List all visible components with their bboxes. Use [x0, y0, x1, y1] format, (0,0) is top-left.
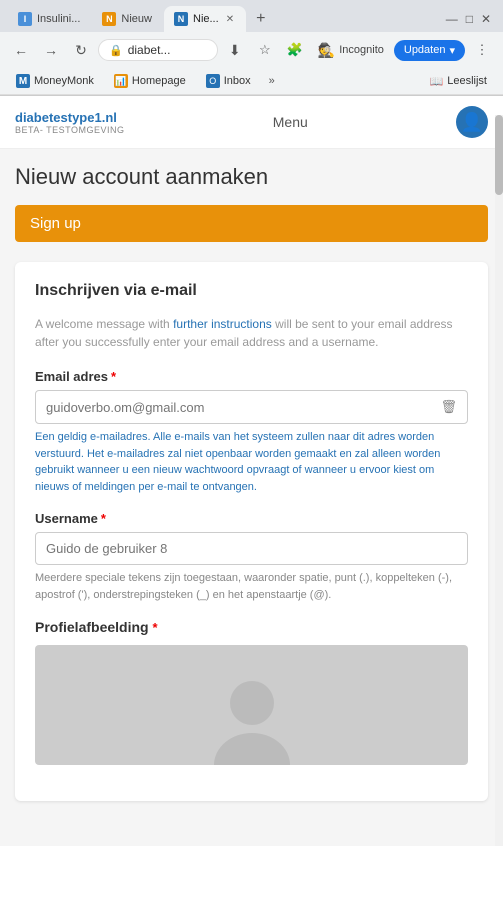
profile-label: Profielafbeelding * — [35, 619, 468, 635]
email-label: Email adres * — [35, 369, 468, 384]
profile-field-group: Profielafbeelding * — [35, 619, 468, 765]
tab-favicon-insulin: I — [18, 12, 32, 26]
tab-label-insulin: Insulini... — [37, 13, 80, 25]
user-avatar[interactable]: 👤 — [456, 106, 488, 138]
username-hint: Meerdere speciale tekens zijn toegestaan… — [35, 570, 468, 603]
username-required-star: * — [101, 511, 106, 526]
profile-label-text: Profielafbeelding — [35, 619, 149, 635]
address-bar[interactable]: 🔒 diabet... — [98, 39, 218, 61]
bookmark-moneymonk[interactable]: M MoneyMonk — [8, 71, 102, 91]
bookmark-homepage-label: Homepage — [132, 75, 186, 87]
close-window-icon[interactable]: ✕ — [481, 12, 491, 26]
incognito-badge: 🕵 Incognito — [312, 40, 390, 61]
tab-bar: I Insulini... N Nieuw N Nie... ✕ + — □ ✕ — [0, 0, 503, 32]
minimize-icon[interactable]: — — [446, 12, 458, 26]
bookmark-moneymonk-label: MoneyMonk — [34, 75, 94, 87]
page-content: diabetestype1.nl BETA- TESTOMGEVING Menu… — [0, 96, 503, 846]
bookmarks-bar: M MoneyMonk 📊 Homepage O Inbox » 📖 Leesl… — [0, 68, 503, 95]
new-tab-button[interactable]: + — [248, 6, 273, 32]
email-required-star: * — [111, 369, 116, 384]
tab-nieuw1[interactable]: N Nieuw — [92, 6, 162, 32]
username-input-wrapper — [35, 532, 468, 565]
logo-main-text: diabetestype1.nl — [15, 110, 125, 125]
inbox-icon: O — [206, 74, 220, 88]
address-text: diabet... — [128, 43, 207, 57]
browser-window: I Insulini... N Nieuw N Nie... ✕ + — □ ✕ — [0, 0, 503, 846]
extensions-icon[interactable]: 🧩 — [282, 37, 308, 63]
scroll-thumb[interactable] — [495, 115, 503, 195]
more-options-icon[interactable]: ⋮ — [469, 37, 495, 63]
scroll-track[interactable] — [495, 115, 503, 846]
menu-link[interactable]: Menu — [273, 114, 308, 130]
logo-sub-text: BETA- TESTOMGEVING — [15, 125, 125, 135]
back-button[interactable]: ← — [8, 37, 34, 63]
signup-button[interactable]: Sign up — [15, 205, 488, 242]
profile-silhouette — [212, 675, 292, 765]
tab-insulin[interactable]: I Insulini... — [8, 6, 90, 32]
nav-bar: ← → ↻ 🔒 diabet... ⬇ ☆ 🧩 🕵 Incognito Upda… — [0, 32, 503, 68]
homepage-icon: 📊 — [114, 74, 128, 88]
username-label: Username * — [35, 511, 468, 526]
email-field-group: Email adres * 🗑 Een geldig e-mailadres. … — [35, 369, 468, 495]
user-avatar-icon: 👤 — [461, 112, 483, 133]
username-label-text: Username — [35, 511, 98, 526]
username-input[interactable] — [46, 541, 457, 556]
main-area: Nieuw account aanmaken Sign up Inschrijv… — [0, 149, 503, 816]
reading-mode-button[interactable]: 📖 Leeslijst — [422, 72, 495, 91]
welcome-message: A welcome message with further instructi… — [35, 315, 468, 351]
username-field-group: Username * Meerdere speciale tekens zijn… — [35, 511, 468, 603]
email-input[interactable] — [46, 400, 440, 415]
profile-required-star: * — [152, 620, 157, 635]
site-header: diabetestype1.nl BETA- TESTOMGEVING Menu… — [0, 96, 503, 149]
tab-close-icon[interactable]: ✕ — [224, 13, 236, 26]
tab-label-nieuw1: Nieuw — [121, 13, 152, 25]
lock-icon: 🔒 — [109, 44, 123, 57]
download-icon[interactable]: ⬇ — [222, 37, 248, 63]
more-bookmarks-icon[interactable]: » — [263, 72, 281, 90]
email-label-text: Email adres — [35, 369, 108, 384]
tab-favicon-nieuw1: N — [102, 12, 116, 26]
tab-favicon-nieuw2: N — [174, 12, 188, 26]
moneymonk-icon: M — [16, 74, 30, 88]
maximize-icon[interactable]: □ — [466, 12, 473, 26]
tab-nieuw2[interactable]: N Nie... ✕ — [164, 6, 246, 32]
incognito-label: Incognito — [339, 44, 384, 56]
tab-label-nieuw2: Nie... — [193, 13, 219, 25]
bookmark-star-icon[interactable]: ☆ — [252, 37, 278, 63]
email-hint: Een geldig e-mailadres. Alle e-mails van… — [35, 429, 468, 495]
site-logo: diabetestype1.nl BETA- TESTOMGEVING — [15, 110, 125, 135]
refresh-button[interactable]: ↻ — [68, 37, 94, 63]
bookmark-inbox[interactable]: O Inbox — [198, 71, 259, 91]
bookmark-inbox-label: Inbox — [224, 75, 251, 87]
update-button-label: Updaten — [404, 44, 446, 56]
email-signup-card: Inschrijven via e-mail A welcome message… — [15, 262, 488, 801]
page-title: Nieuw account aanmaken — [15, 164, 488, 190]
welcome-link: further instructions — [173, 317, 272, 331]
update-button[interactable]: Updaten ▾ — [394, 40, 465, 61]
bookmark-homepage[interactable]: 📊 Homepage — [106, 71, 194, 91]
update-chevron-icon: ▾ — [449, 44, 455, 57]
card-title: Inschrijven via e-mail — [35, 282, 468, 300]
incognito-icon: 🕵 — [318, 42, 335, 59]
signup-btn-row: Sign up — [15, 205, 488, 242]
browser-chrome: I Insulini... N Nieuw N Nie... ✕ + — □ ✕ — [0, 0, 503, 96]
reading-mode-icon: 📖 — [430, 75, 444, 88]
profile-image-box[interactable] — [35, 645, 468, 765]
reading-mode-label: Leeslijst — [447, 75, 487, 87]
email-input-wrapper: 🗑 — [35, 390, 468, 424]
forward-button[interactable]: → — [38, 37, 64, 63]
email-clear-icon[interactable]: 🗑 — [440, 399, 457, 415]
